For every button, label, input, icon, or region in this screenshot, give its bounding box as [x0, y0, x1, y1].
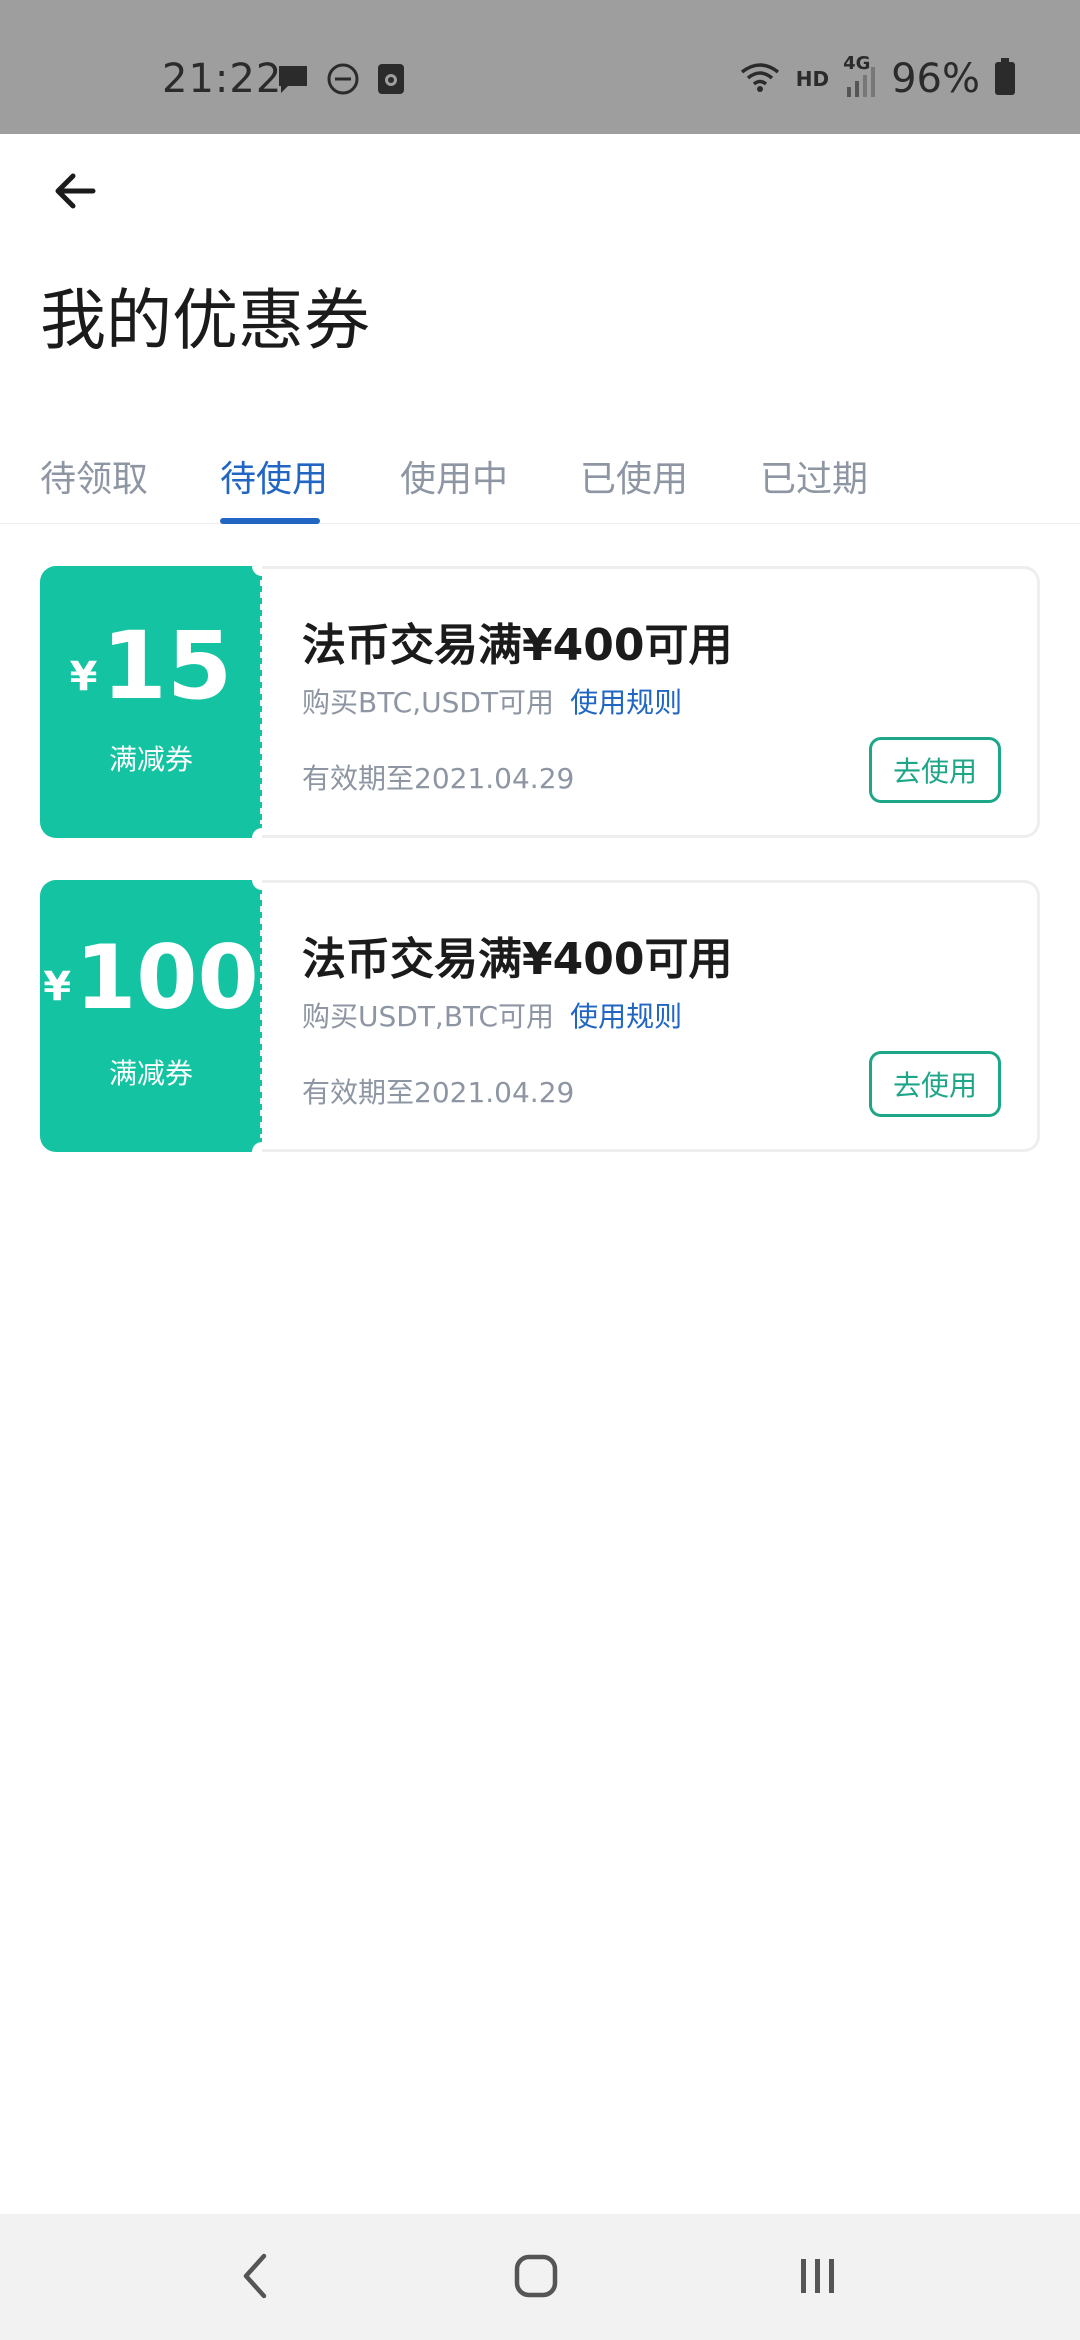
wifi-icon [738, 60, 782, 98]
coupon-card: ¥100 满减券 法币交易满¥400可用 购买USDT,BTC可用 使用规则 有效… [40, 870, 1040, 1162]
use-coupon-button[interactable]: 去使用 [869, 737, 1001, 803]
status-right: HD 4G 96% [738, 53, 1016, 102]
system-nav-bar [0, 2214, 1080, 2340]
back-nav-icon [236, 2251, 276, 2305]
coupon-desc-row: 购买USDT,BTC可用 使用规则 [302, 995, 682, 1035]
recents-nav-icon [795, 2253, 841, 2303]
coupon-amount-wrap: ¥100 [40, 934, 262, 1022]
status-left-icons [276, 62, 406, 100]
coupon-desc: 购买BTC,USDT可用 [302, 686, 555, 719]
tab-to-use[interactable]: 待使用 [220, 450, 328, 502]
nav-home-button[interactable] [496, 2242, 576, 2314]
battery-percent: 96% [891, 56, 980, 102]
coupon-title: 法币交易满¥400可用 [302, 620, 733, 671]
active-tab-indicator [220, 518, 320, 524]
coupon-rule-link[interactable]: 使用规则 [570, 1000, 682, 1033]
coupon-value-panel: ¥100 满减券 [40, 880, 264, 1152]
status-time: 21:22 [162, 56, 283, 102]
coupon-validity: 有效期至2021.04.29 [302, 762, 575, 795]
coupon-amount: 100 [75, 926, 259, 1029]
tab-used[interactable]: 已使用 [580, 450, 688, 502]
coupon-rule-link[interactable]: 使用规则 [570, 686, 682, 719]
coupon-info-panel: 法币交易满¥400可用 购买USDT,BTC可用 使用规则 有效期至2021.04… [262, 880, 1040, 1152]
arrow-left-icon [51, 167, 99, 219]
coupon-type: 满减券 [108, 1057, 193, 1090]
screen-record-icon [376, 62, 406, 100]
tab-to-claim[interactable]: 待领取 [40, 450, 148, 502]
coupon-type: 满减券 [108, 743, 193, 776]
nav-back-button[interactable] [216, 2242, 296, 2314]
status-bar: 21:22 HD 4G 96% [0, 0, 1080, 134]
coupon-desc-row: 购买BTC,USDT可用 使用规则 [302, 681, 682, 721]
coupon-value-panel: ¥15 满减券 [40, 566, 264, 838]
nav-recents-button[interactable] [778, 2242, 858, 2314]
coupon-desc: 购买USDT,BTC可用 [302, 1000, 555, 1033]
use-coupon-button[interactable]: 去使用 [869, 1051, 1001, 1117]
coupon-amount: 15 [101, 612, 233, 721]
home-nav-icon [512, 2252, 560, 2304]
coupon-card: ¥15 满减券 法币交易满¥400可用 购买BTC,USDT可用 使用规则 有效期… [40, 556, 1040, 848]
coupon-currency: ¥ [43, 964, 72, 1010]
coupon-amount-wrap: ¥15 [40, 620, 262, 714]
coupon-currency: ¥ [69, 654, 98, 700]
dnd-icon [326, 62, 360, 100]
coupon-validity: 有效期至2021.04.29 [302, 1076, 575, 1109]
tab-expired[interactable]: 已过期 [760, 450, 868, 502]
coupon-title: 法币交易满¥400可用 [302, 934, 733, 985]
coupon-info-panel: 法币交易满¥400可用 购买BTC,USDT可用 使用规则 有效期至2021.04… [262, 566, 1040, 838]
page-title: 我的优惠券 [40, 282, 370, 359]
battery-icon [994, 58, 1016, 100]
message-icon [276, 62, 310, 100]
tab-bar: 待领取 待使用 使用中 已使用 已过期 [0, 440, 1080, 524]
hd-label: HD [795, 67, 830, 91]
signal-icon: 4G [843, 53, 877, 99]
back-button[interactable] [38, 156, 112, 230]
tab-in-use[interactable]: 使用中 [400, 450, 508, 502]
